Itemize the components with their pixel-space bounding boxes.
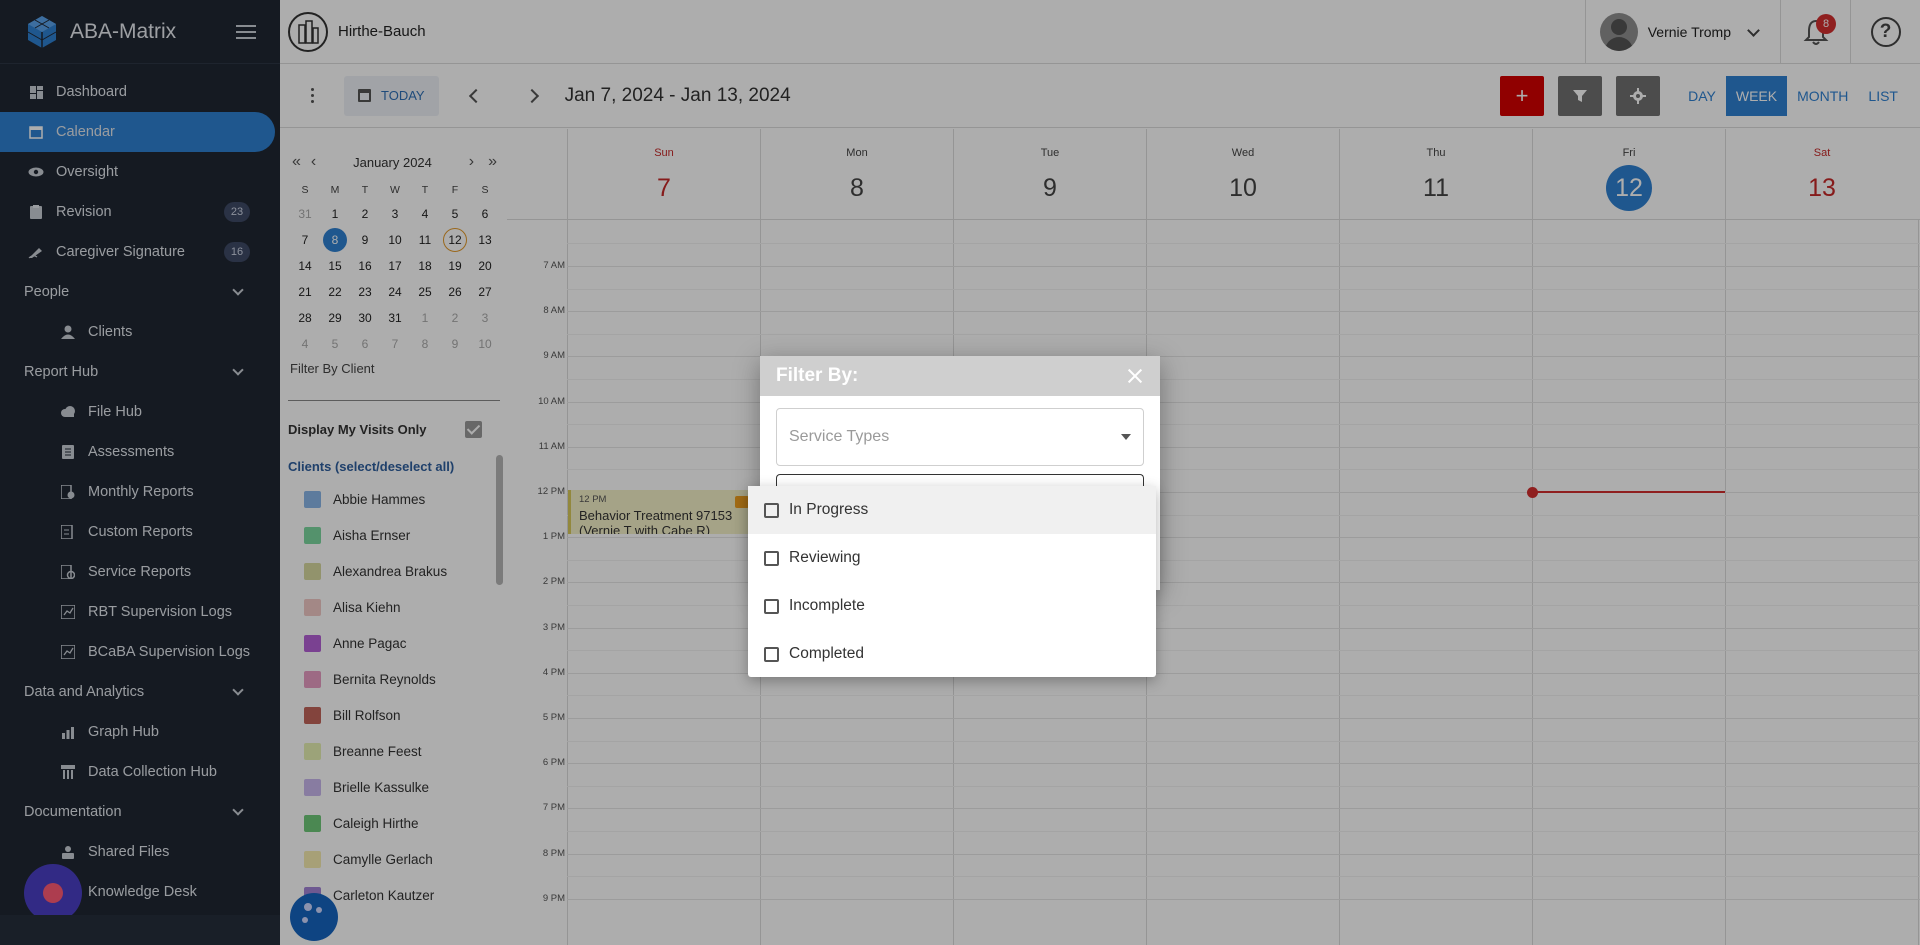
service-types-placeholder: Service Types <box>789 428 890 445</box>
status-option-label: Incomplete <box>789 597 865 614</box>
dropdown-arrow-icon <box>1121 434 1131 440</box>
status-option-checkbox[interactable] <box>764 598 779 614</box>
filter-dialog-header: Filter By: <box>760 356 1160 396</box>
service-types-select[interactable]: Service Types <box>776 408 1144 466</box>
status-option-label: Completed <box>789 645 864 662</box>
status-option-label: Reviewing <box>789 549 861 566</box>
status-option[interactable]: Completed <box>748 630 1156 678</box>
status-option-label: In Progress <box>789 501 869 518</box>
close-icon[interactable] <box>1126 367 1144 385</box>
status-option[interactable]: In Progress <box>748 486 1156 534</box>
filter-dialog-title: Filter By: <box>776 365 859 386</box>
status-option-checkbox[interactable] <box>764 646 779 662</box>
status-option-checkbox[interactable] <box>764 550 779 566</box>
status-option[interactable]: Reviewing <box>748 534 1156 582</box>
status-option-checkbox[interactable] <box>764 502 779 518</box>
status-dropdown: In Progress Reviewing Incomplete Completed <box>748 486 1156 677</box>
status-option[interactable]: Incomplete <box>748 582 1156 630</box>
